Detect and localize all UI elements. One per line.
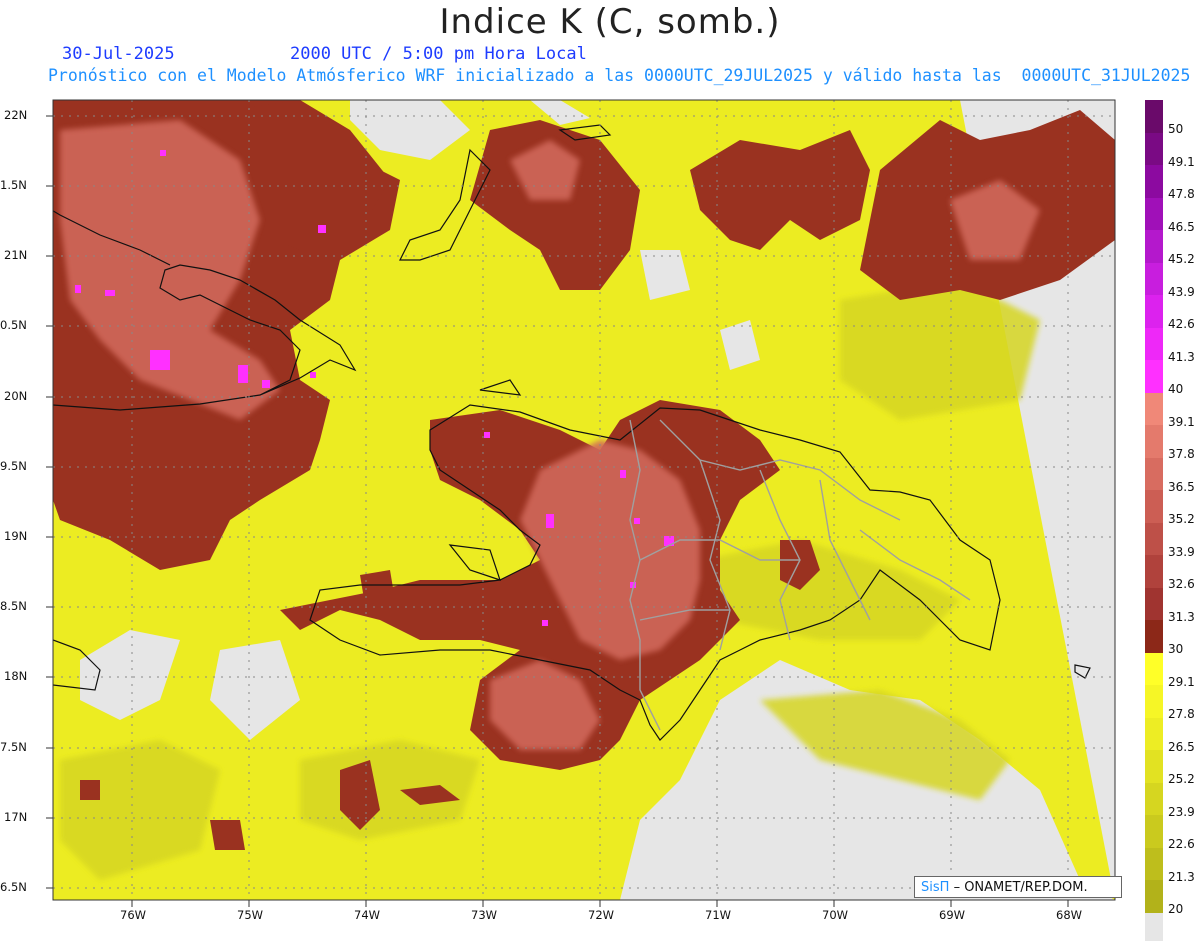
lat-label: 18N <box>4 669 28 683</box>
lon-label: 75W <box>237 908 264 922</box>
lat-label: 7.5N <box>0 740 27 754</box>
legend-swatch <box>1145 750 1163 783</box>
legend-swatch <box>1145 230 1163 263</box>
legend-swatch <box>1145 587 1163 620</box>
lat-label: 21N <box>4 248 28 262</box>
legend-swatch <box>1145 847 1163 880</box>
legend-label: 32.6 <box>1168 577 1195 591</box>
lon-label: 72W <box>588 908 615 922</box>
lat-label: 20N <box>4 389 28 403</box>
lat-label: 6.5N <box>0 880 27 894</box>
legend-label: 21.3 <box>1168 869 1195 884</box>
legend-swatch <box>1145 620 1163 653</box>
legend-swatch <box>1145 717 1163 750</box>
lon-label: 71W <box>705 908 732 922</box>
legend-label: 31.3 <box>1168 609 1195 624</box>
legend-label: 33.9 <box>1168 544 1195 559</box>
legend-swatch <box>1145 815 1163 848</box>
legend-swatch <box>1145 165 1163 198</box>
sispi-logo: SisΠ <box>921 880 950 895</box>
legend-label: 35.2 <box>1168 512 1195 526</box>
k-index-map <box>46 99 1116 907</box>
lat-label: 8.5N <box>0 599 27 613</box>
lon-label: 70W <box>822 908 849 922</box>
legend-swatch <box>1145 522 1163 555</box>
legend-label: 36.5 <box>1168 479 1195 494</box>
legend-label: 50 <box>1168 122 1184 136</box>
legend-swatch <box>1145 880 1163 913</box>
lat-label: 17N <box>4 810 28 824</box>
lon-label: 76W <box>120 908 147 922</box>
legend-swatch <box>1145 360 1163 393</box>
legend-swatch <box>1145 132 1163 165</box>
legend-swatch <box>1145 782 1163 815</box>
legend-label: 37.8 <box>1168 447 1195 461</box>
lat-label: 22N <box>4 108 28 122</box>
legend-label: 39.1 <box>1168 414 1195 429</box>
legend-label: 20 <box>1168 902 1184 916</box>
legend-swatch <box>1145 327 1163 360</box>
legend-label: 41.3 <box>1168 349 1195 364</box>
legend-label: 47.8 <box>1168 187 1195 201</box>
lat-label: 1.5N <box>0 178 27 192</box>
legend-label: 22.6 <box>1168 837 1195 851</box>
legend-label: 43.9 <box>1168 284 1195 299</box>
legend-swatch <box>1145 295 1163 328</box>
legend-swatch <box>1145 262 1163 295</box>
lon-label: 68W <box>1056 908 1083 922</box>
legend-swatch <box>1145 425 1163 458</box>
legend-label: 49.1 <box>1168 154 1195 169</box>
legend-label: 26.5 <box>1168 739 1195 754</box>
legend-swatch <box>1145 490 1163 523</box>
legend-label: 42.6 <box>1168 317 1195 331</box>
lat-label: 19N <box>4 529 28 543</box>
legend-swatch <box>1145 652 1163 685</box>
lon-label: 69W <box>939 908 966 922</box>
legend-label: 23.9 <box>1168 804 1195 819</box>
legend-swatch <box>1145 685 1163 718</box>
legend-label: 30 <box>1168 642 1184 656</box>
plot-area <box>53 100 1115 900</box>
legend-label: 45.2 <box>1168 252 1195 266</box>
legend-swatch <box>1145 555 1163 588</box>
legend-swatch <box>1145 197 1163 230</box>
legend-swatch <box>1145 100 1163 133</box>
legend-label: 29.1 <box>1168 674 1195 689</box>
legend-swatch <box>1145 392 1163 425</box>
legend-label: 46.5 <box>1168 219 1195 234</box>
credit-box: SisΠ – ONAMET/REP.DOM. <box>914 876 1122 898</box>
credit-text: – ONAMET/REP.DOM. <box>953 880 1088 895</box>
legend-label: 27.8 <box>1168 707 1195 721</box>
lon-label: 73W <box>471 908 498 922</box>
lat-label: 0.5N <box>0 318 27 332</box>
legend-label: 40 <box>1168 382 1184 396</box>
lat-label: 9.5N <box>0 459 27 473</box>
legend-swatch <box>1145 457 1163 490</box>
legend-label: 25.2 <box>1168 772 1195 786</box>
lon-label: 74W <box>354 908 381 922</box>
